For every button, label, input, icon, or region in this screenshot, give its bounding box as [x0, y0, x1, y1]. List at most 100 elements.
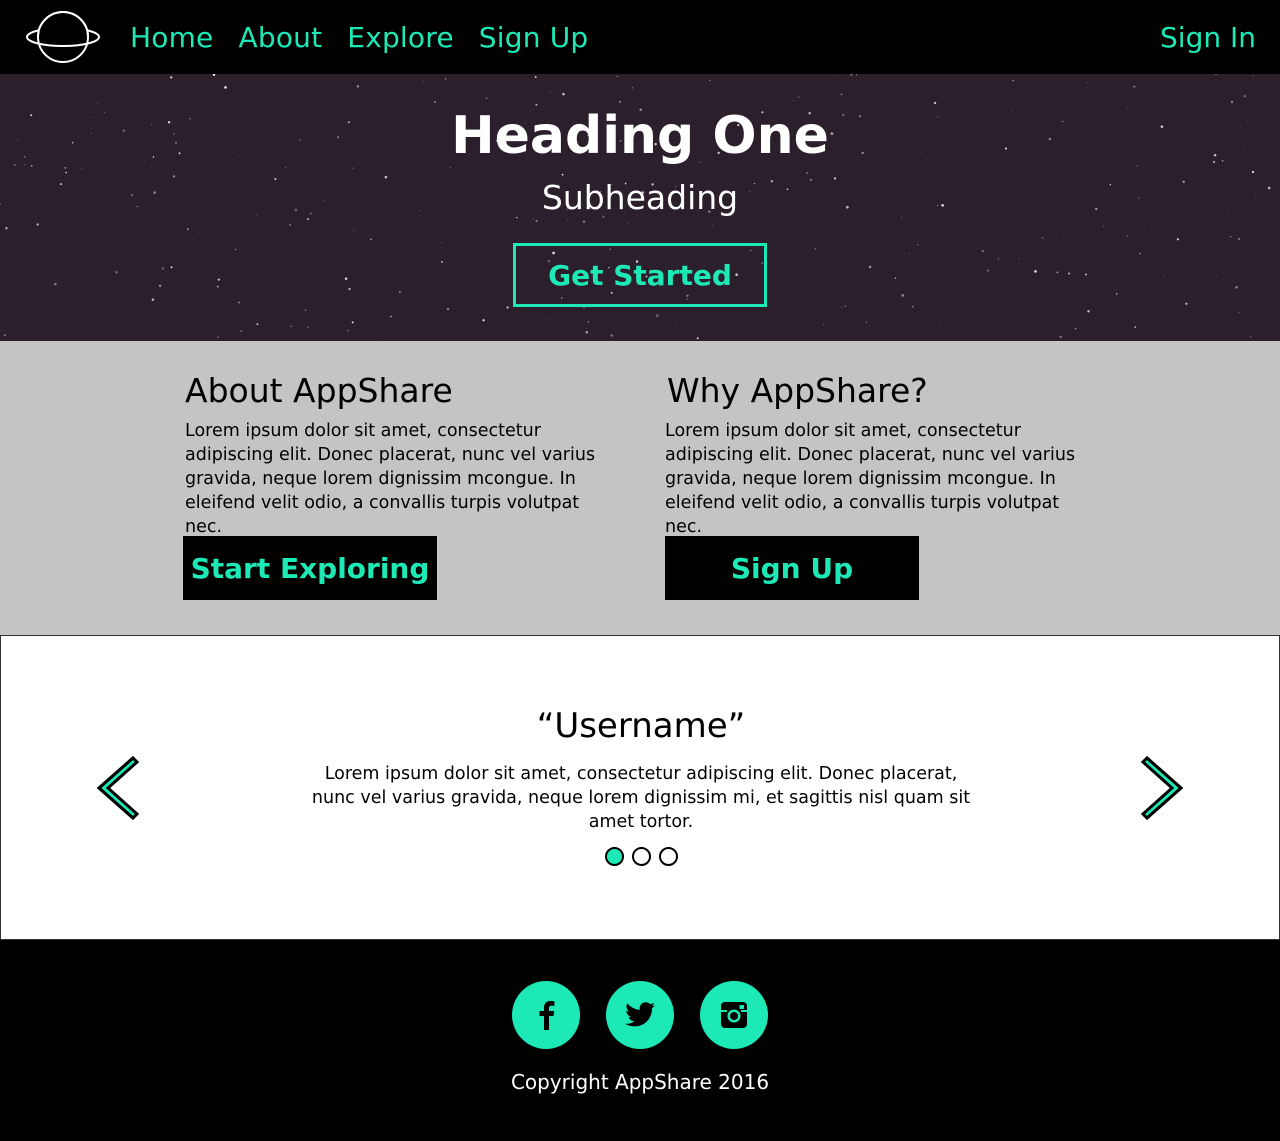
star: [675, 325, 677, 327]
star: [1087, 310, 1090, 313]
social-links: [512, 981, 794, 1049]
sign-in-link[interactable]: Sign In: [1160, 0, 1256, 74]
star: [1084, 273, 1087, 276]
carousel-dots: [605, 847, 686, 866]
star: [1056, 271, 1059, 274]
star: [844, 305, 846, 307]
about-title: About AppShare: [185, 371, 453, 410]
why-title: Why AppShare?: [667, 371, 928, 410]
chevron-right-icon[interactable]: [1141, 756, 1185, 820]
star: [485, 97, 488, 100]
nav-link-sign-up[interactable]: Sign Up: [479, 21, 589, 54]
nav-link-explore[interactable]: Explore: [347, 21, 453, 54]
facebook-icon[interactable]: [512, 981, 580, 1049]
star: [1018, 258, 1020, 260]
star: [1251, 170, 1255, 174]
star: [3, 334, 6, 337]
star: [1231, 101, 1233, 103]
star: [619, 100, 621, 103]
star: [1235, 285, 1238, 289]
star: [238, 301, 240, 304]
star: [215, 83, 217, 85]
star: [1115, 293, 1118, 295]
nav-link-home[interactable]: Home: [130, 21, 214, 54]
star: [224, 86, 227, 89]
star: [562, 92, 565, 96]
star: [449, 167, 451, 168]
star: [901, 294, 905, 297]
star: [304, 309, 307, 311]
star: [1215, 275, 1217, 277]
star: [1041, 237, 1044, 239]
star: [198, 233, 200, 235]
chevron-left-icon[interactable]: [95, 756, 139, 820]
hero-banner: Heading One Subheading Get Started: [0, 74, 1280, 341]
star: [353, 229, 355, 231]
star: [285, 166, 287, 169]
get-started-button[interactable]: Get Started: [513, 243, 767, 307]
twitter-icon[interactable]: [606, 981, 674, 1049]
star: [53, 282, 57, 286]
star: [1250, 336, 1252, 338]
star: [315, 275, 317, 276]
star: [1012, 79, 1015, 82]
star: [170, 266, 173, 269]
star: [351, 321, 354, 324]
star: [631, 87, 633, 89]
star: [535, 219, 538, 222]
star: [64, 167, 66, 169]
carousel-dot-2[interactable]: [632, 847, 651, 866]
nav-link-about[interactable]: About: [239, 21, 323, 54]
star: [711, 224, 713, 226]
star: [289, 224, 292, 226]
footer: Copyright AppShare 2016: [0, 940, 1280, 1141]
carousel-dot-3[interactable]: [659, 847, 678, 866]
star: [1144, 225, 1145, 227]
star: [1127, 235, 1129, 237]
star: [98, 308, 100, 310]
star: [709, 79, 711, 82]
star: [533, 218, 535, 220]
star: [933, 101, 937, 105]
star: [356, 85, 360, 88]
star: [534, 76, 537, 79]
star: [399, 291, 401, 293]
star: [516, 216, 518, 219]
star: [912, 306, 914, 308]
star: [217, 336, 219, 338]
star: [837, 75, 839, 77]
star: [561, 173, 564, 176]
star: [841, 306, 843, 308]
star: [894, 277, 897, 280]
top-navigation: Home About Explore Sign Up Sign In: [0, 0, 1280, 74]
star: [587, 320, 590, 323]
star: [212, 74, 216, 77]
star: [792, 100, 794, 101]
star: [901, 77, 903, 79]
star: [5, 227, 8, 230]
star: [1134, 326, 1136, 328]
instagram-icon[interactable]: [700, 981, 768, 1049]
star: [1133, 85, 1136, 88]
sign-up-button[interactable]: Sign Up: [665, 536, 919, 600]
star: [482, 319, 485, 322]
testimonial-carousel: “Username” Lorem ipsum dolor sit amet, c…: [0, 635, 1280, 940]
planet-icon[interactable]: [25, 10, 101, 64]
star: [370, 238, 372, 241]
star: [234, 249, 236, 251]
hero-subtitle: Subheading: [541, 178, 739, 217]
star: [997, 258, 1000, 260]
start-exploring-button[interactable]: Start Exploring: [183, 536, 437, 600]
star: [81, 168, 83, 170]
star: [1074, 327, 1077, 330]
star: [1063, 234, 1064, 235]
star: [1068, 272, 1071, 275]
why-body: Lorem ipsum dolor sit amet, consectetur …: [665, 421, 1076, 537]
star: [917, 244, 919, 246]
star: [441, 241, 443, 243]
star: [441, 260, 443, 263]
star: [585, 330, 589, 334]
star: [434, 100, 437, 104]
about-body: Lorem ipsum dolor sit amet, consectetur …: [185, 421, 596, 537]
carousel-dot-1[interactable]: [605, 847, 624, 866]
